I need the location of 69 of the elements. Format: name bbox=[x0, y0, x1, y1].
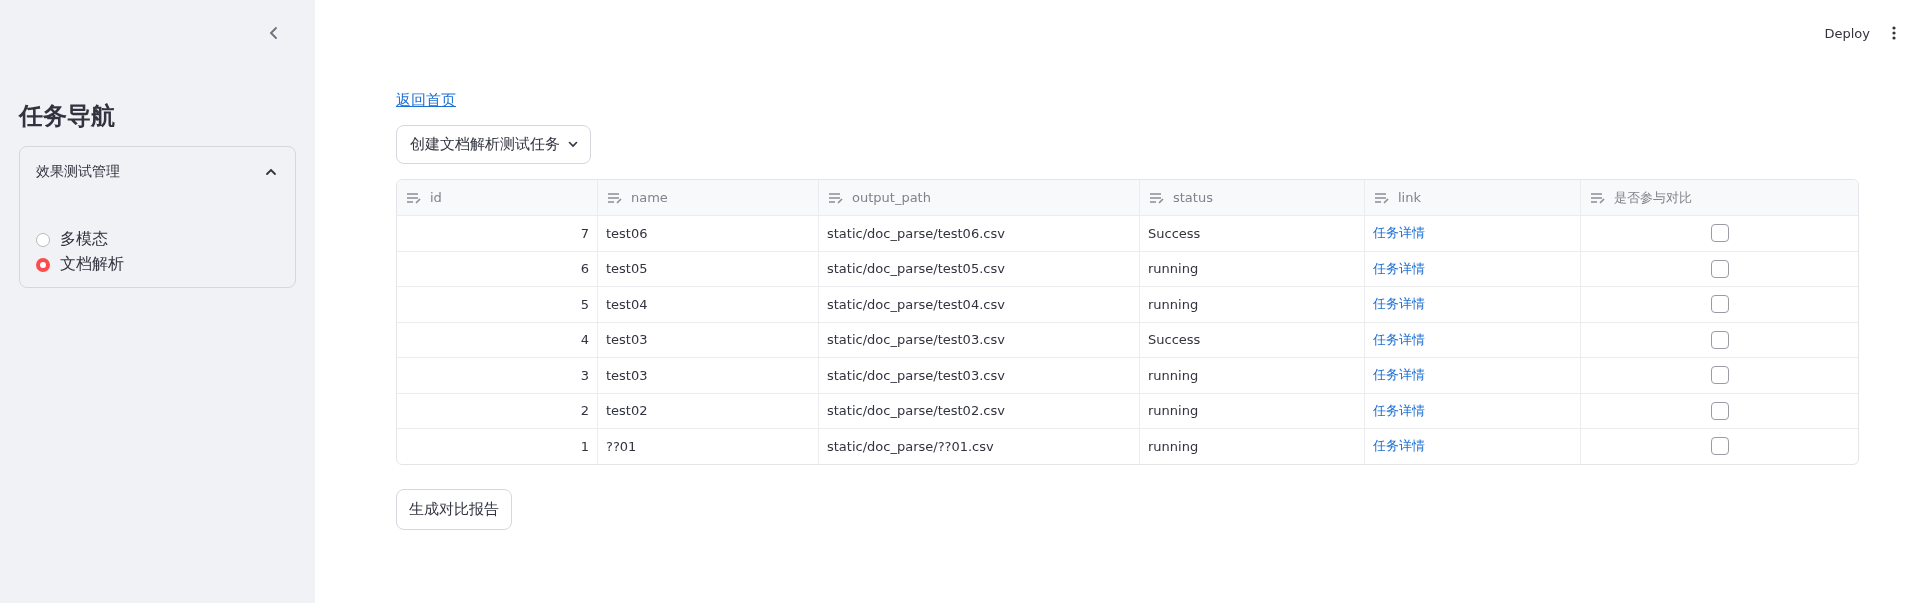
text-column-icon bbox=[607, 191, 623, 204]
column-header[interactable]: link bbox=[1365, 180, 1581, 215]
generate-report-button[interactable]: 生成对比报告 bbox=[396, 488, 512, 530]
column-header[interactable]: output_path bbox=[819, 180, 1140, 215]
checkbox[interactable] bbox=[1710, 224, 1729, 243]
checkbox[interactable] bbox=[1710, 437, 1729, 456]
checkbox[interactable] bbox=[1710, 366, 1729, 385]
radio-label: 多模态 bbox=[60, 229, 108, 250]
column-header[interactable]: status bbox=[1140, 180, 1365, 215]
column-header[interactable]: name bbox=[598, 180, 819, 215]
table-cell: test02 bbox=[598, 393, 819, 428]
table-cell: 7 bbox=[397, 216, 598, 251]
table-cell: static/doc_parse/test06.csv bbox=[819, 216, 1140, 251]
text-column-icon bbox=[828, 191, 844, 204]
text-column-icon bbox=[1374, 191, 1390, 204]
table-cell: running bbox=[1140, 393, 1365, 428]
table-cell: running bbox=[1140, 429, 1365, 464]
chevron-down-icon bbox=[568, 141, 578, 148]
table-cell: test04 bbox=[598, 287, 819, 322]
table-cell: static/doc_parse/test04.csv bbox=[819, 287, 1140, 322]
table-cell: running bbox=[1140, 287, 1365, 322]
radio-option[interactable]: 多模态 bbox=[36, 229, 279, 250]
expander-header[interactable]: 效果测试管理 bbox=[20, 147, 295, 197]
task-detail-link[interactable]: 任务详情 bbox=[1373, 437, 1425, 456]
table-cell: static/doc_parse/test02.csv bbox=[819, 393, 1140, 428]
sidebar-title: 任务导航 bbox=[19, 101, 116, 132]
column-header[interactable]: id bbox=[397, 180, 598, 215]
table-cell: test05 bbox=[598, 251, 819, 286]
back-home-link[interactable]: 返回首页 bbox=[396, 91, 456, 110]
table-cell: 4 bbox=[397, 322, 598, 357]
text-column-icon bbox=[1149, 191, 1165, 204]
chevron-left-icon bbox=[269, 26, 279, 40]
task-detail-link[interactable]: 任务详情 bbox=[1373, 330, 1425, 349]
table-cell: ??01 bbox=[598, 429, 819, 464]
radio-option[interactable]: 文档解析 bbox=[36, 254, 279, 275]
deploy-button[interactable]: Deploy bbox=[1822, 23, 1872, 43]
table-cell: static/doc_parse/test03.csv bbox=[819, 358, 1140, 393]
task-detail-link[interactable]: 任务详情 bbox=[1373, 259, 1425, 278]
table-cell: 3 bbox=[397, 358, 598, 393]
text-column-icon bbox=[1590, 191, 1606, 204]
table-cell: 2 bbox=[397, 393, 598, 428]
table-cell: running bbox=[1140, 251, 1365, 286]
table-cell: static/doc_parse/test03.csv bbox=[819, 322, 1140, 357]
table-cell: Success bbox=[1140, 216, 1365, 251]
task-detail-link[interactable]: 任务详情 bbox=[1373, 295, 1425, 314]
table-cell: test03 bbox=[598, 358, 819, 393]
table-cell: static/doc_parse/test05.csv bbox=[819, 251, 1140, 286]
radio-button[interactable] bbox=[36, 257, 50, 272]
table-cell: 1 bbox=[397, 429, 598, 464]
task-detail-link[interactable]: 任务详情 bbox=[1373, 366, 1425, 385]
task-detail-link[interactable]: 任务详情 bbox=[1373, 224, 1425, 243]
radio-button[interactable] bbox=[36, 232, 50, 247]
create-task-dropdown[interactable]: 创建文档解析测试任务 bbox=[396, 125, 591, 164]
table-cell: static/doc_parse/??01.csv bbox=[819, 429, 1140, 464]
table-cell: Success bbox=[1140, 322, 1365, 357]
checkbox[interactable] bbox=[1710, 330, 1729, 349]
checkbox[interactable] bbox=[1710, 259, 1729, 278]
task-detail-link[interactable]: 任务详情 bbox=[1373, 401, 1425, 420]
table-cell: test03 bbox=[598, 322, 819, 357]
checkbox[interactable] bbox=[1710, 295, 1729, 314]
table-cell: 5 bbox=[397, 287, 598, 322]
vertical-dots-icon bbox=[1892, 26, 1896, 40]
table-cell: 6 bbox=[397, 251, 598, 286]
table-cell: running bbox=[1140, 358, 1365, 393]
table-cell: test06 bbox=[598, 216, 819, 251]
text-column-icon bbox=[406, 191, 422, 204]
column-header[interactable]: 是否参与对比 bbox=[1581, 180, 1858, 215]
checkbox[interactable] bbox=[1710, 401, 1729, 420]
radio-label: 文档解析 bbox=[60, 254, 124, 275]
